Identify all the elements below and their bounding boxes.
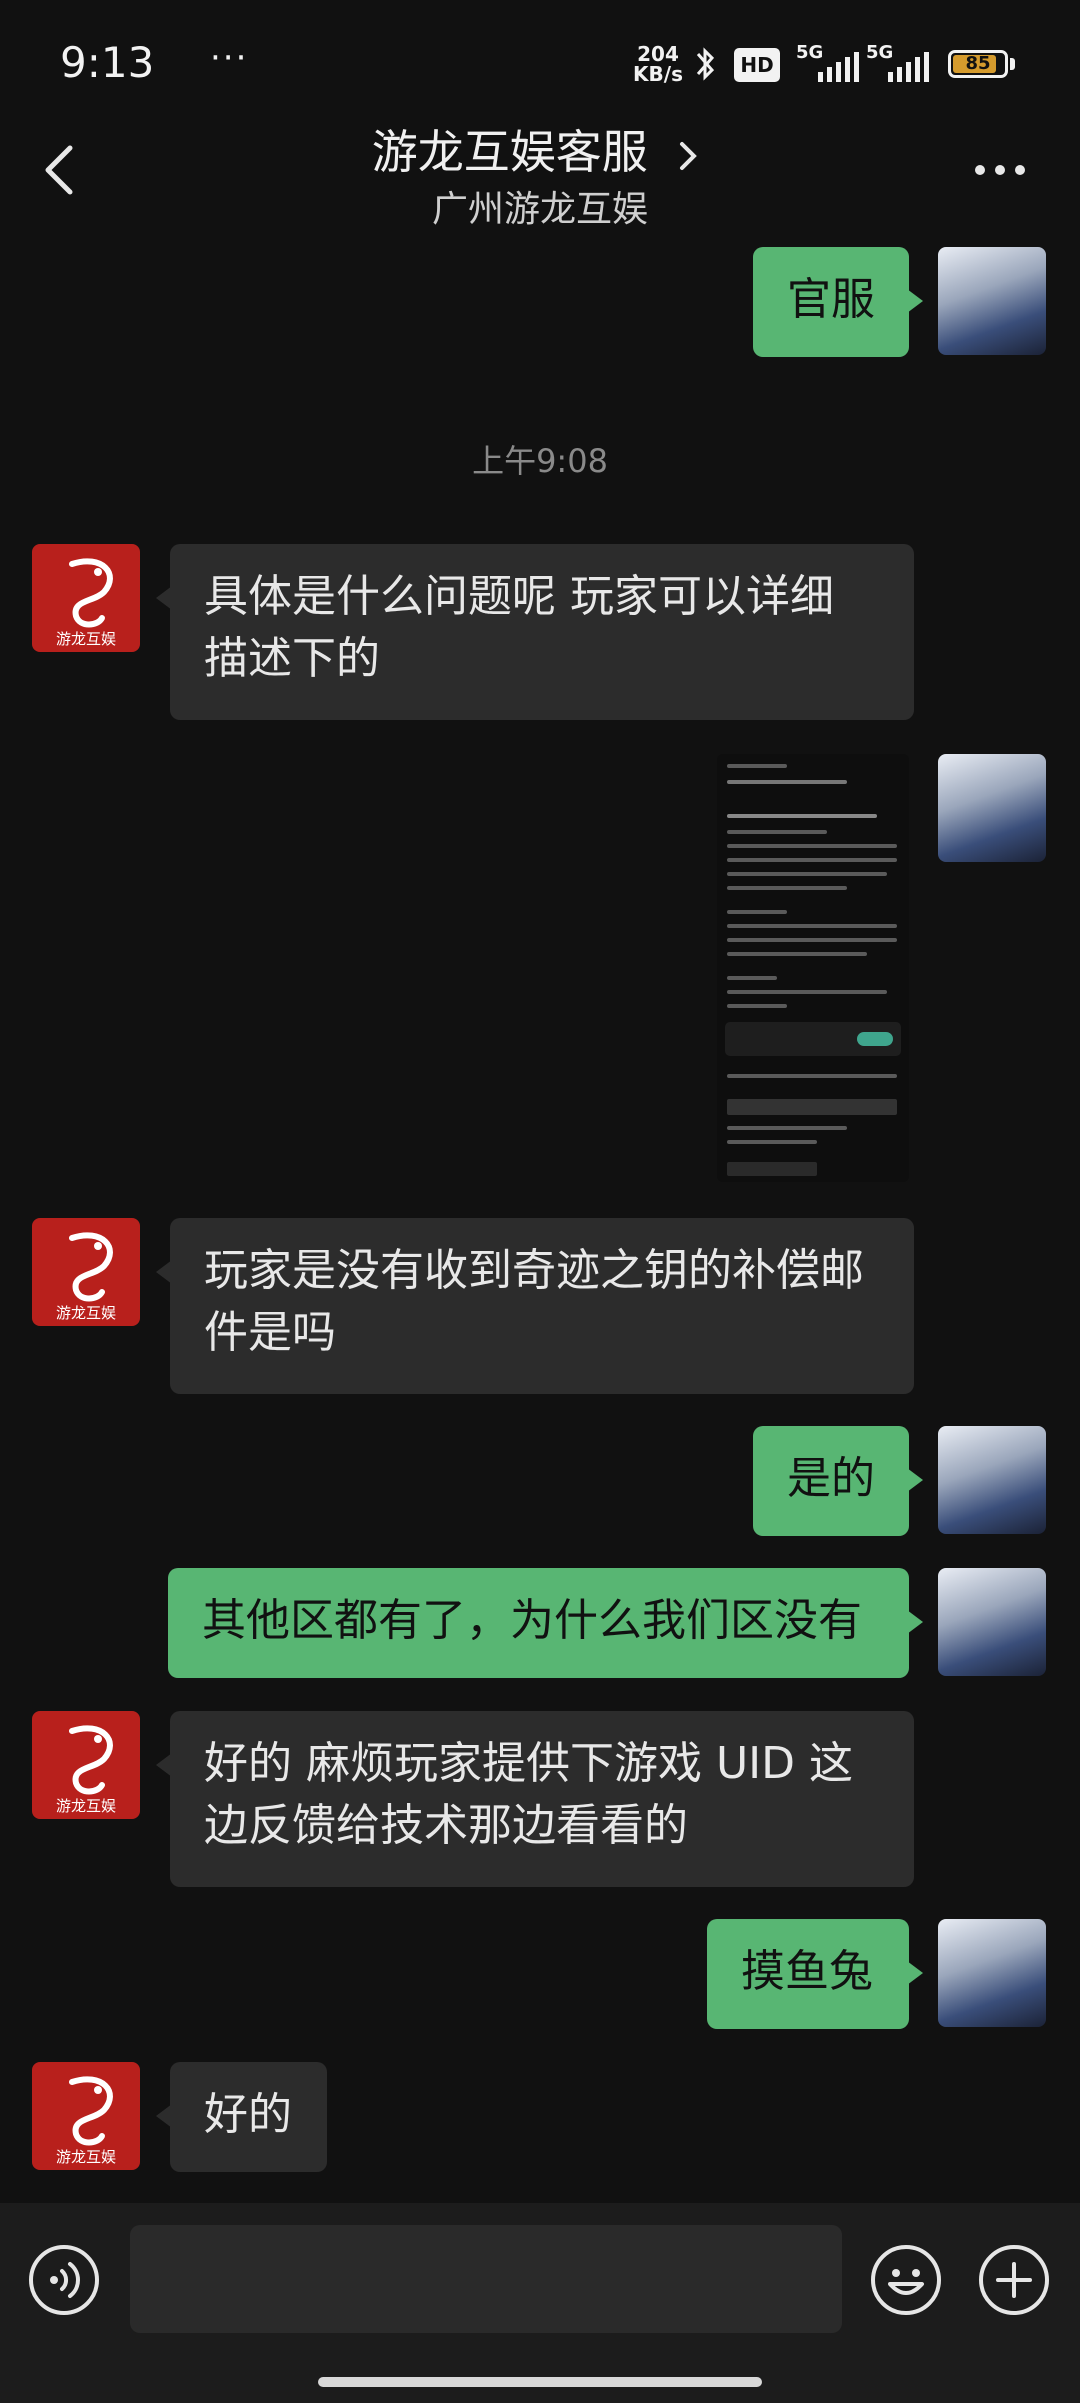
user-avatar[interactable]	[938, 1919, 1046, 2027]
hd-badge: HD	[734, 48, 780, 82]
chevron-right-icon	[680, 141, 698, 170]
message-text: 官服	[787, 274, 875, 325]
user-avatar[interactable]	[938, 247, 1046, 355]
incoming-message-bubble[interactable]: 玩家是没有收到奇迹之钥的补偿邮 件是吗	[156, 1218, 914, 1394]
message-text-line: 好的 麻烦玩家提供下游戏 UID 这	[204, 1738, 854, 1789]
incoming-message-bubble[interactable]: 好的	[156, 2062, 327, 2172]
message-text: 其他区都有了，为什么我们区没有	[202, 1595, 862, 1646]
outgoing-message-bubble[interactable]: 是的	[753, 1426, 923, 1536]
agent-avatar-text: 游龙互娱	[56, 2148, 116, 2166]
signal-bars-icon	[888, 52, 929, 82]
message-input-bar	[0, 2203, 1080, 2403]
signal-2: 5G	[866, 42, 936, 82]
outgoing-message-bubble[interactable]: 其他区都有了，为什么我们区没有	[168, 1568, 923, 1678]
battery-level: 85	[965, 53, 991, 74]
agent-avatar[interactable]: 游龙互娱	[32, 2062, 140, 2170]
plus-icon[interactable]	[978, 2244, 1050, 2316]
user-avatar[interactable]	[938, 1568, 1046, 1676]
dragon-logo-icon: 游龙互娱	[56, 558, 116, 648]
agent-avatar-text: 游龙互娱	[56, 1797, 116, 1815]
message-text: 好的	[204, 2089, 292, 2140]
message-text-line: 具体是什么问题呢 玩家可以详细	[204, 571, 834, 622]
signal-1: 5G	[796, 42, 866, 82]
incoming-message-bubble[interactable]: 好的 麻烦玩家提供下游戏 UID 这 边反馈给技术那边看看的	[156, 1711, 914, 1887]
outgoing-message-bubble[interactable]: 摸鱼兔	[707, 1919, 923, 2029]
agent-avatar-text: 游龙互娱	[56, 1304, 116, 1322]
dragon-logo-icon: 游龙互娱	[56, 2076, 116, 2166]
signal-bars-icon	[818, 52, 859, 82]
network-speed-value: 204	[637, 42, 679, 66]
agent-avatar-text: 游龙互娱	[56, 630, 116, 648]
home-indicator[interactable]	[318, 2377, 762, 2387]
message-text-line: 玩家是没有收到奇迹之钥的补偿邮	[204, 1245, 864, 1296]
message-text: 摸鱼兔	[741, 1946, 873, 1997]
message-text-line: 件是吗	[204, 1307, 336, 1358]
bluetooth-icon	[696, 47, 715, 81]
status-time: 9:13	[60, 38, 155, 87]
chat-title-text: 游龙互娱客服	[371, 125, 648, 179]
message-text-input[interactable]	[130, 2225, 842, 2333]
status-more-dots: ···	[210, 38, 249, 78]
battery-tip	[1010, 58, 1015, 70]
more-horizontal-icon[interactable]	[970, 155, 1030, 185]
chat-subtitle: 广州游龙互娱	[431, 189, 648, 230]
user-avatar[interactable]	[938, 754, 1046, 862]
agent-avatar[interactable]: 游龙互娱	[32, 1711, 140, 1819]
outgoing-message-bubble[interactable]: 官服	[753, 247, 923, 357]
message-text: 是的	[787, 1453, 875, 1504]
network-speed-unit: KB/s	[633, 62, 683, 86]
message-text-line: 描述下的	[204, 633, 380, 684]
dragon-logo-icon: 游龙互娱	[56, 1232, 116, 1322]
screenshot-image-message[interactable]	[717, 754, 909, 1182]
chat-title[interactable]: 游龙互娱客服	[0, 116, 1080, 182]
agent-avatar[interactable]: 游龙互娱	[32, 544, 140, 652]
incoming-message-bubble[interactable]: 具体是什么问题呢 玩家可以详细 描述下的	[156, 544, 914, 720]
agent-avatar[interactable]: 游龙互娱	[32, 1218, 140, 1326]
network-speed: 204 KB/s	[630, 44, 686, 84]
battery-icon: 85	[948, 50, 1008, 78]
message-timestamp: 上午9:08	[472, 442, 608, 480]
dragon-logo-icon: 游龙互娱	[56, 1725, 116, 1815]
message-text-line: 边反馈给技术那边看看的	[204, 1800, 688, 1851]
user-avatar[interactable]	[938, 1426, 1046, 1534]
emoji-icon[interactable]	[870, 2244, 942, 2316]
status-bar: 9:13 ··· 204 KB/s HD 5G 5G 85	[0, 0, 1080, 130]
voice-icon[interactable]	[28, 2244, 100, 2316]
